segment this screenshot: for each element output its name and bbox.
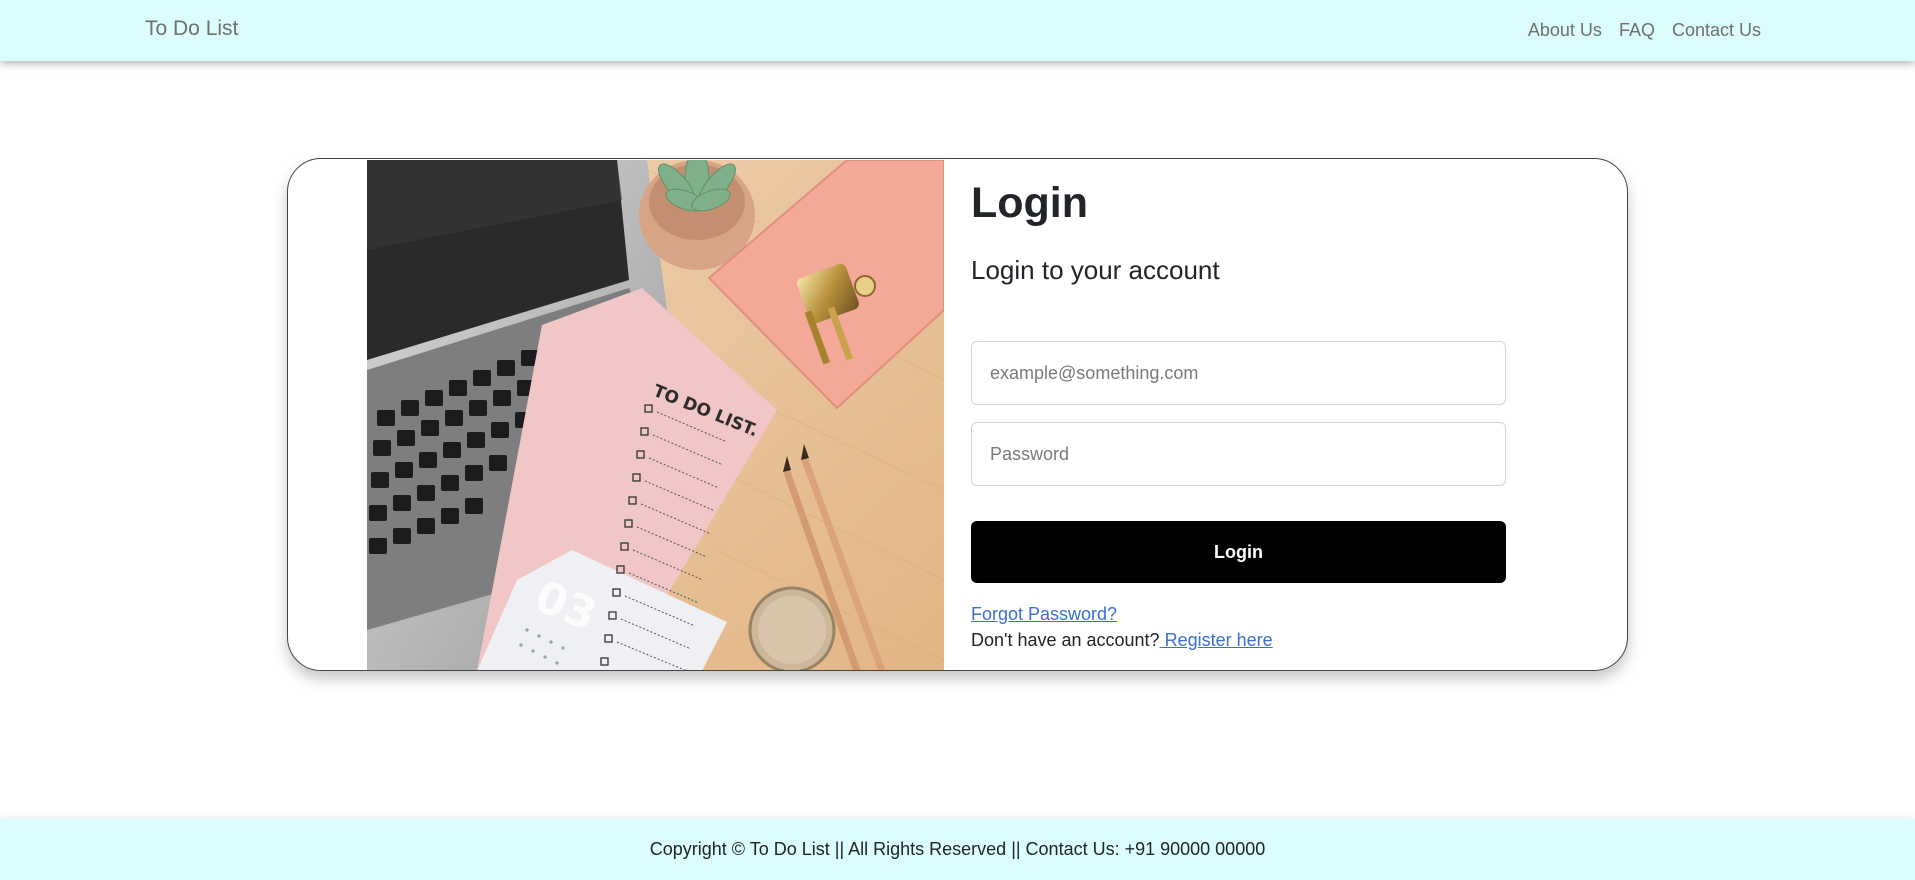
nav-links: About Us FAQ Contact Us: [1528, 20, 1761, 41]
hero-image: TO DO LIST. 03: [367, 160, 944, 670]
register-link[interactable]: Register here: [1160, 630, 1273, 650]
login-subtitle: Login to your account: [971, 255, 1220, 285]
register-prompt: Don't have an account? Register here: [971, 630, 1273, 651]
login-button[interactable]: Login: [971, 521, 1506, 583]
login-form: Login Login to your account Login Forgot…: [971, 159, 1511, 670]
forgot-password-link[interactable]: Forgot Password?: [971, 604, 1117, 625]
no-account-text: Don't have an account?: [971, 630, 1160, 650]
password-input[interactable]: [971, 422, 1506, 486]
login-title: Login: [971, 179, 1089, 227]
nav-faq[interactable]: FAQ: [1619, 20, 1655, 41]
brand-link[interactable]: To Do List: [145, 17, 238, 41]
desk-illustration: TO DO LIST. 03: [367, 160, 944, 670]
nav-contact-us[interactable]: Contact Us: [1672, 20, 1761, 41]
nav-about-us[interactable]: About Us: [1528, 20, 1602, 41]
footer-copyright: Copyright © To Do List || All Rights Res…: [649, 839, 1266, 859]
login-card: TO DO LIST. 03 Login Login to your accou…: [287, 158, 1628, 671]
page-footer: Copyright © To Do List || All Rights Res…: [0, 819, 1915, 880]
email-input[interactable]: [971, 341, 1506, 405]
top-navbar: To Do List About Us FAQ Contact Us: [0, 0, 1915, 61]
